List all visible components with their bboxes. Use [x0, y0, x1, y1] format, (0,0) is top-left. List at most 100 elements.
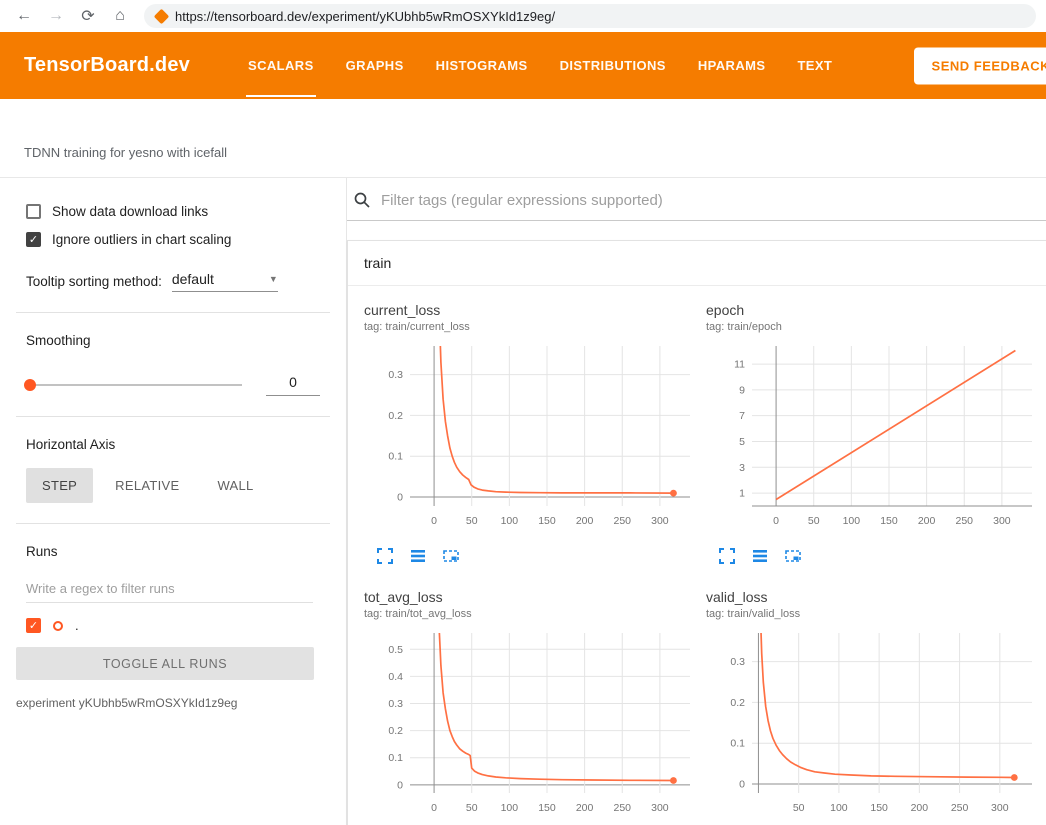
svg-text:0.1: 0.1: [388, 451, 403, 463]
smoothing-value[interactable]: 0: [266, 374, 320, 396]
chart-tag: tag: train/tot_avg_loss: [364, 608, 706, 620]
chart-tag: tag: train/epoch: [706, 321, 1046, 333]
divider: [16, 523, 330, 524]
tag-filter-row: [347, 178, 1046, 221]
fit-domain-icon[interactable]: [784, 547, 802, 565]
tab-label: HPARAMS: [698, 58, 766, 73]
app-header: TensorBoard.dev SCALARS GRAPHS HISTOGRAM…: [0, 32, 1046, 99]
runs-filter-input[interactable]: [26, 577, 313, 603]
svg-text:0: 0: [739, 779, 745, 791]
browser-toolbar: ← → ⟳ ⌂ https://tensorboard.dev/experime…: [0, 0, 1046, 32]
reload-icon[interactable]: ⟳: [74, 2, 102, 30]
train-section-header[interactable]: train: [348, 241, 1046, 286]
show-download-links-checkbox[interactable]: Show data download links: [0, 204, 346, 219]
chart-canvas[interactable]: 00.10.20.3050100150200250300: [364, 341, 700, 541]
svg-text:300: 300: [993, 515, 1011, 527]
horizontal-axis-buttons: STEP RELATIVE WALL: [26, 468, 346, 503]
chart-title: current_loss: [364, 302, 706, 318]
svg-text:9: 9: [739, 384, 745, 396]
svg-text:0: 0: [397, 492, 403, 504]
svg-text:0: 0: [773, 515, 779, 527]
chart-card-tot-avg-loss: tot_avg_loss tag: train/tot_avg_loss 00.…: [364, 589, 706, 825]
ignore-outliers-checkbox[interactable]: Ignore outliers in chart scaling: [0, 232, 346, 247]
divider: [16, 416, 330, 417]
chart-canvas[interactable]: 00.10.20.30.40.5050100150200250300: [364, 628, 700, 825]
svg-text:200: 200: [576, 515, 594, 527]
svg-text:1: 1: [739, 488, 745, 500]
axis-relative-button[interactable]: RELATIVE: [99, 468, 195, 503]
expand-width-icon[interactable]: [751, 547, 769, 565]
tab-graphs[interactable]: GRAPHS: [330, 32, 420, 99]
svg-text:200: 200: [918, 515, 936, 527]
tooltip-sorting-select[interactable]: default ▼: [172, 271, 278, 292]
selected-option: default: [172, 271, 214, 287]
runs-label: Runs: [26, 544, 346, 559]
svg-text:150: 150: [880, 515, 898, 527]
experiment-title: TDNN training for yesno with icefall: [24, 145, 227, 160]
tab-histograms[interactable]: HISTOGRAMS: [420, 32, 544, 99]
run-row[interactable]: .: [26, 618, 346, 633]
chart-tag: tag: train/valid_loss: [706, 608, 1046, 620]
tab-scalars[interactable]: SCALARS: [232, 32, 330, 99]
chart-title: epoch: [706, 302, 1046, 318]
send-feedback-button[interactable]: SEND FEEDBACK: [914, 47, 1046, 84]
run-color-swatch-icon: [53, 621, 63, 631]
svg-text:250: 250: [613, 802, 631, 814]
address-bar[interactable]: https://tensorboard.dev/experiment/yKUbh…: [144, 4, 1036, 28]
svg-text:3: 3: [739, 462, 745, 474]
fullscreen-icon[interactable]: [718, 547, 736, 565]
back-icon[interactable]: ←: [10, 2, 38, 30]
tag-filter-input[interactable]: [381, 192, 1001, 209]
fullscreen-icon[interactable]: [376, 547, 394, 565]
train-section-card: train current_loss tag: train/current_lo…: [347, 240, 1046, 825]
axis-step-button[interactable]: STEP: [26, 468, 93, 503]
svg-text:100: 100: [830, 802, 848, 814]
svg-text:0.2: 0.2: [730, 697, 745, 709]
tab-label: GRAPHS: [346, 58, 404, 73]
svg-text:50: 50: [808, 515, 820, 527]
chart-card-epoch: epoch tag: train/epoch 13579110501001502…: [706, 302, 1046, 565]
svg-text:11: 11: [734, 359, 745, 371]
tab-label: DISTRIBUTIONS: [560, 58, 666, 73]
slider-thumb[interactable]: [24, 379, 36, 391]
svg-text:250: 250: [951, 802, 969, 814]
svg-text:150: 150: [870, 802, 888, 814]
toggle-all-runs-button[interactable]: TOGGLE ALL RUNS: [16, 647, 314, 680]
tab-hparams[interactable]: HPARAMS: [682, 32, 782, 99]
svg-text:300: 300: [651, 515, 669, 527]
tab-label: HISTOGRAMS: [436, 58, 528, 73]
svg-text:0: 0: [431, 515, 437, 527]
svg-text:0.1: 0.1: [388, 752, 403, 764]
forward-icon[interactable]: →: [42, 2, 70, 30]
tooltip-sorting-row: Tooltip sorting method: default ▼: [26, 271, 346, 292]
divider: [16, 312, 330, 313]
home-icon[interactable]: ⌂: [106, 2, 134, 30]
tab-label: TEXT: [797, 58, 832, 73]
svg-text:150: 150: [538, 515, 556, 527]
tab-distributions[interactable]: DISTRIBUTIONS: [544, 32, 682, 99]
svg-text:0.3: 0.3: [388, 698, 403, 710]
smoothing-label: Smoothing: [26, 333, 346, 348]
svg-text:0.4: 0.4: [388, 671, 403, 683]
run-checkbox[interactable]: [26, 618, 41, 633]
smoothing-slider[interactable]: [26, 384, 242, 386]
chevron-down-icon: ▼: [269, 274, 278, 284]
chart-canvas[interactable]: 1357911050100150200250300: [706, 341, 1042, 541]
svg-text:50: 50: [466, 802, 478, 814]
svg-text:0: 0: [397, 779, 403, 791]
svg-text:0.3: 0.3: [730, 656, 745, 668]
horizontal-axis-label: Horizontal Axis: [26, 437, 346, 452]
axis-wall-button[interactable]: WALL: [201, 468, 269, 503]
app-logo[interactable]: TensorBoard.dev: [24, 54, 190, 77]
chart-tag: tag: train/current_loss: [364, 321, 706, 333]
svg-text:200: 200: [576, 802, 594, 814]
fit-domain-icon[interactable]: [442, 547, 460, 565]
tab-text[interactable]: TEXT: [781, 32, 848, 99]
chart-canvas[interactable]: 00.10.20.350100150200250300: [706, 628, 1042, 825]
chart-card-current-loss: current_loss tag: train/current_loss 0 0.…: [364, 302, 706, 565]
svg-text:150: 150: [538, 802, 556, 814]
expand-width-icon[interactable]: [409, 547, 427, 565]
chart-toolbar: [376, 547, 706, 565]
checkbox-label: Show data download links: [52, 204, 208, 219]
svg-text:300: 300: [991, 802, 1009, 814]
